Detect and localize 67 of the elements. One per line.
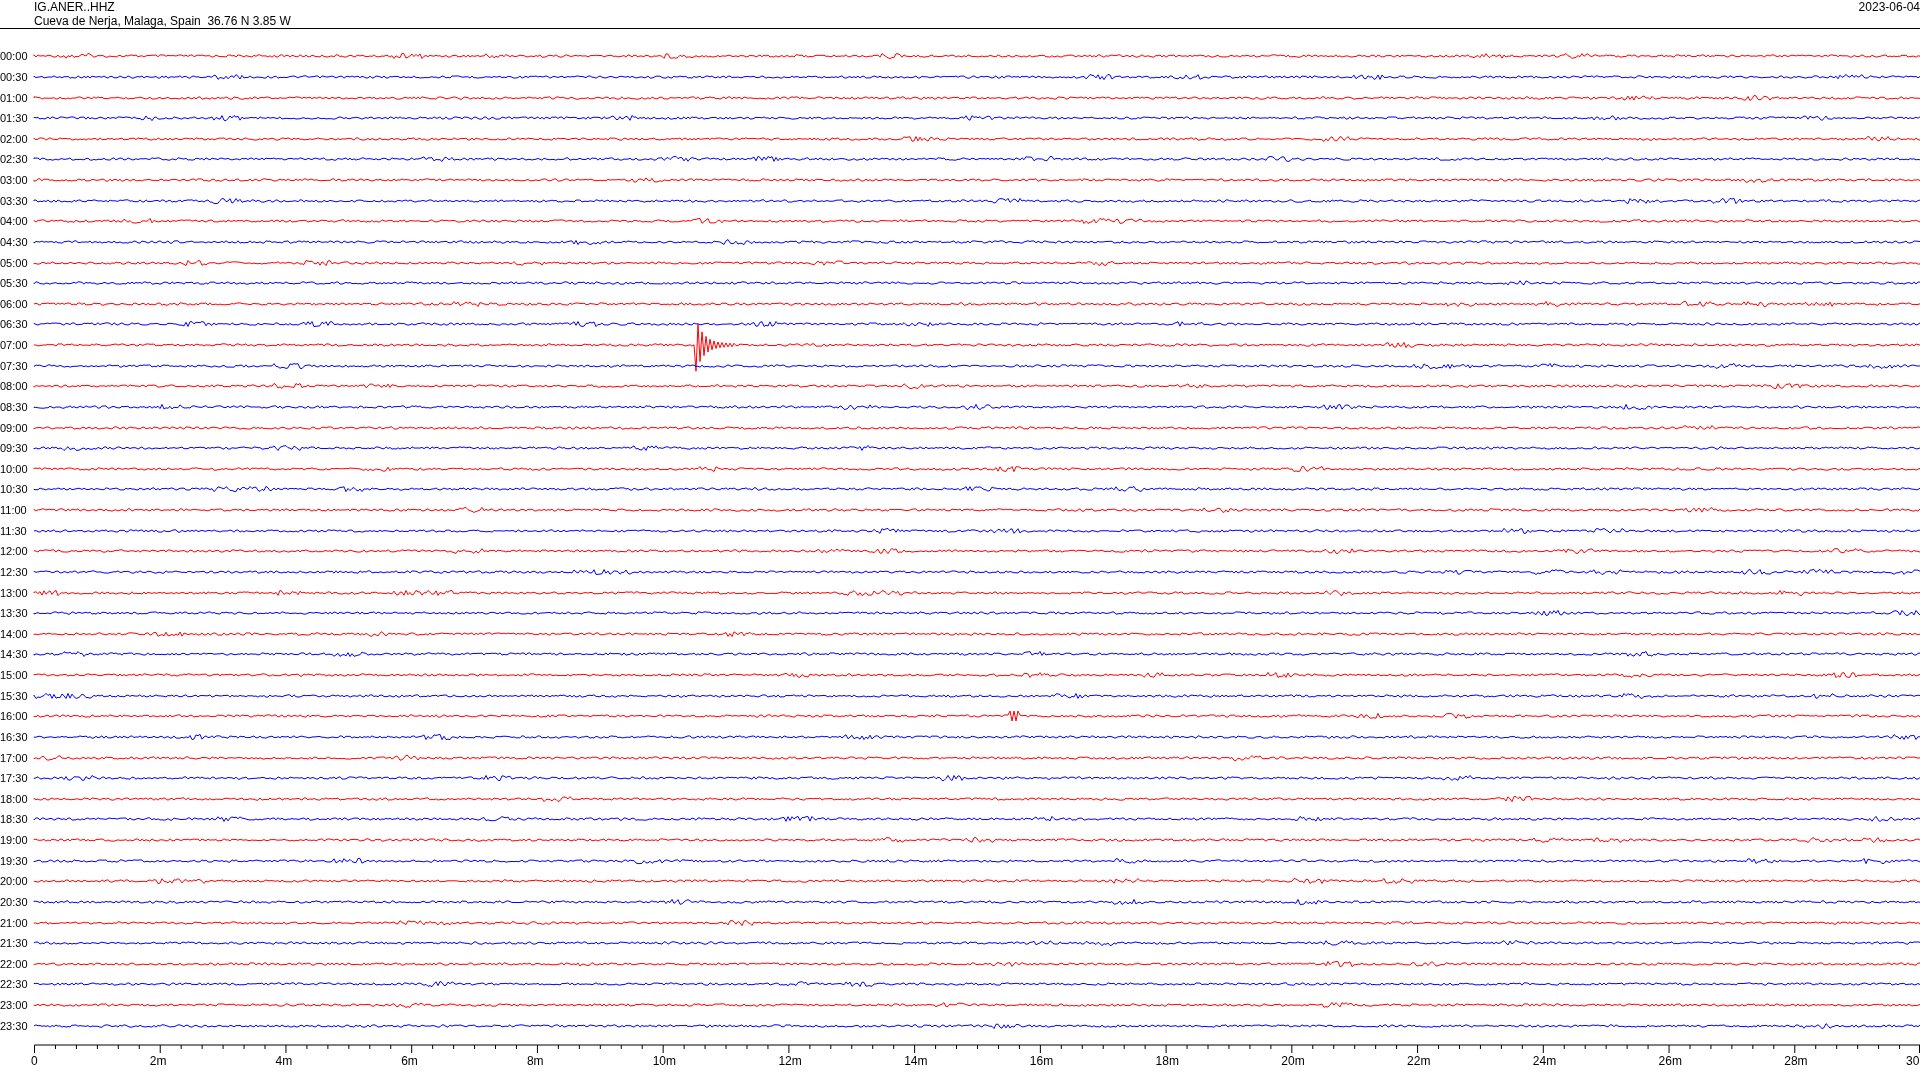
station-code: IG.ANER..HHZ [34,0,116,14]
axis-label: 22m [1407,1054,1431,1068]
time-label: 14:30 [0,648,29,661]
time-label: 12:30 [0,565,29,578]
time-label: 14:00 [0,627,29,640]
time-label: 16:00 [0,710,29,723]
axis-label: 14m [904,1054,928,1068]
time-label: 17:30 [0,772,29,785]
time-label: 02:00 [0,132,29,145]
axis-label: 12m [778,1054,802,1068]
time-label: 08:00 [0,380,29,393]
time-label: 19:30 [0,854,29,867]
time-label: 04:30 [0,235,29,248]
time-label: 13:30 [0,607,29,620]
time-label: 17:00 [0,751,29,764]
time-label: 01:00 [0,91,29,104]
axis-label: 10m [652,1054,676,1068]
axis-label: 26m [1658,1054,1682,1068]
time-label: 03:30 [0,194,29,207]
time-label: 16:30 [0,730,29,743]
time-label: 06:00 [0,297,29,310]
time-label: 01:30 [0,112,29,125]
axis-label: 8m [526,1054,544,1068]
time-label: 00:00 [0,50,29,63]
axis-label: 4m [275,1054,293,1068]
axis-label: 18m [1155,1054,1179,1068]
time-label: 20:00 [0,875,29,888]
time-label: 05:00 [0,256,29,269]
axis-label: 6m [401,1054,418,1068]
time-label: 19:00 [0,834,29,847]
time-label: 02:30 [0,153,29,166]
time-label: 10:00 [0,462,29,475]
time-label: 18:30 [0,813,29,826]
time-label: 15:30 [0,689,29,702]
axis-label: 20m [1281,1054,1305,1068]
time-label: 04:00 [0,215,29,228]
time-label: 00:30 [0,70,29,83]
time-label: 11:00 [0,504,28,517]
time-label: 10:30 [0,483,29,496]
plot-date: 2023-06-04 [1858,0,1920,16]
axis-label: 28m [1784,1054,1808,1068]
time-label: 23:00 [0,999,29,1012]
time-label: 07:30 [0,359,29,372]
axis-label: 30 [1906,1054,1920,1068]
time-label: 09:00 [0,421,29,434]
time-label: 22:00 [0,957,29,970]
station-location: Cueva de Nerja, Malaga, Spain 36.76 N 3.85 W [34,14,291,28]
time-label: 05:30 [0,277,29,290]
axis-label: 16m [1029,1054,1054,1068]
time-label: 12:00 [0,545,29,558]
time-label: 23:30 [0,1019,29,1032]
time-label: 03:00 [0,174,29,187]
axis-label: 0 [31,1054,38,1068]
axis-label: 2m [149,1054,167,1068]
time-label: 20:30 [0,895,29,908]
time-label: 09:30 [0,442,29,455]
time-label: 18:00 [0,792,29,805]
time-label: 13:00 [0,586,29,599]
axis-label: 24m [1532,1054,1557,1068]
time-label: 22:30 [0,978,29,991]
time-label: 08:30 [0,400,29,413]
time-label: 06:30 [0,318,29,331]
time-label: 21:00 [0,916,29,929]
time-label: 11:30 [0,524,28,537]
time-label: 07:00 [0,339,29,352]
time-label: 15:00 [0,669,29,682]
time-label: 21:30 [0,937,29,950]
